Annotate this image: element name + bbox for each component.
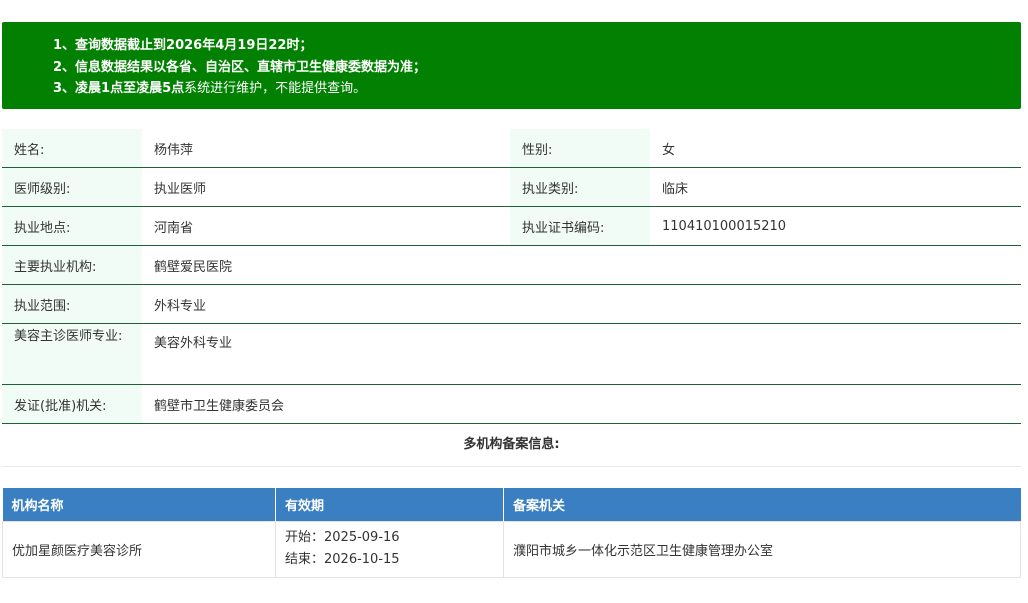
info-row-scope: 执业范围: 外科专业 bbox=[2, 285, 1021, 324]
multi-institution-table: 机构名称 有效期 备案机关 优加星颜医疗美容诊所 开始：2025-09-16 结… bbox=[2, 488, 1021, 578]
issuer-value: 鹤壁市卫生健康委员会 bbox=[154, 398, 285, 414]
cert-number-value: 110410100015210 bbox=[662, 218, 787, 234]
info-row-issuer: 发证(批准)机关: 鹤壁市卫生健康委员会 bbox=[2, 385, 1021, 424]
info-row-cosmetic: 美容主诊医师专业: 美容外科专业 bbox=[2, 324, 1021, 385]
doctor-info-table: 姓名: 杨伟萍 性别: 女 医师级别: 执业医师 执业类别: 临床 执业地点: … bbox=[2, 129, 1021, 424]
scope-value: 外科专业 bbox=[154, 298, 207, 314]
column-header-authority: 备案机关 bbox=[503, 488, 1021, 521]
level-value: 执业医师 bbox=[154, 181, 207, 197]
validity-end: 结束：2026-10-15 bbox=[285, 552, 400, 567]
notice-line-2: 2、信息数据结果以各省、自治区、直辖市卫生健康委数据为准； bbox=[53, 59, 427, 75]
info-row-institution: 主要执业机构: 鹤壁爱民医院 bbox=[2, 246, 1021, 285]
authority-cell: 濮阳市城乡一体化示范区卫生健康管理办公室 bbox=[503, 520, 1021, 578]
institution-label: 主要执业机构: bbox=[2, 246, 142, 284]
table-header-row: 机构名称 有效期 备案机关 bbox=[2, 488, 1021, 521]
location-label: 执业地点: bbox=[2, 207, 142, 245]
table-row: 优加星颜医疗美容诊所 开始：2025-09-16 结束：2026-10-15 濮… bbox=[2, 520, 1021, 578]
scope-label: 执业范围: bbox=[2, 285, 142, 323]
level-label: 医师级别: bbox=[2, 168, 142, 206]
name-label: 姓名: bbox=[2, 129, 142, 167]
issuer-label: 发证(批准)机关: bbox=[2, 385, 142, 423]
info-row-name: 姓名: 杨伟萍 性别: 女 bbox=[2, 129, 1021, 168]
info-row-location: 执业地点: 河南省 执业证书编码: 110410100015210 bbox=[2, 207, 1021, 246]
gender-label: 性别: bbox=[510, 129, 650, 167]
category-label: 执业类别: bbox=[510, 168, 650, 206]
notice-line-1: 1、查询数据截止到2026年4月19日22时； bbox=[53, 38, 313, 53]
column-header-org: 机构名称 bbox=[2, 488, 276, 521]
name-value: 杨伟萍 bbox=[154, 142, 194, 158]
notice-banner: 1、查询数据截止到2026年4月19日22时； 2、信息数据结果以各省、自治区、… bbox=[2, 22, 1021, 109]
info-row-level: 医师级别: 执业医师 执业类别: 临床 bbox=[2, 168, 1021, 207]
location-value: 河南省 bbox=[154, 220, 194, 236]
cosmetic-specialty-label: 美容主诊医师专业: bbox=[2, 324, 142, 384]
validity-start: 开始：2025-09-16 bbox=[285, 530, 400, 545]
institution-value: 鹤壁爱民医院 bbox=[154, 259, 233, 275]
cert-number-label: 执业证书编码: bbox=[510, 207, 650, 245]
column-header-validity: 有效期 bbox=[275, 488, 504, 521]
multi-institution-title: 多机构备案信息: bbox=[2, 425, 1021, 467]
cosmetic-specialty-value: 美容外科专业 bbox=[154, 336, 233, 351]
category-value: 临床 bbox=[662, 181, 689, 197]
org-name-cell: 优加星颜医疗美容诊所 bbox=[2, 520, 276, 578]
validity-cell: 开始：2025-09-16 结束：2026-10-15 bbox=[275, 520, 504, 578]
notice-line-3: 3、凌晨1点至凌晨5点系统进行维护，不能提供查询。 bbox=[53, 81, 367, 96]
gender-value: 女 bbox=[662, 142, 676, 158]
